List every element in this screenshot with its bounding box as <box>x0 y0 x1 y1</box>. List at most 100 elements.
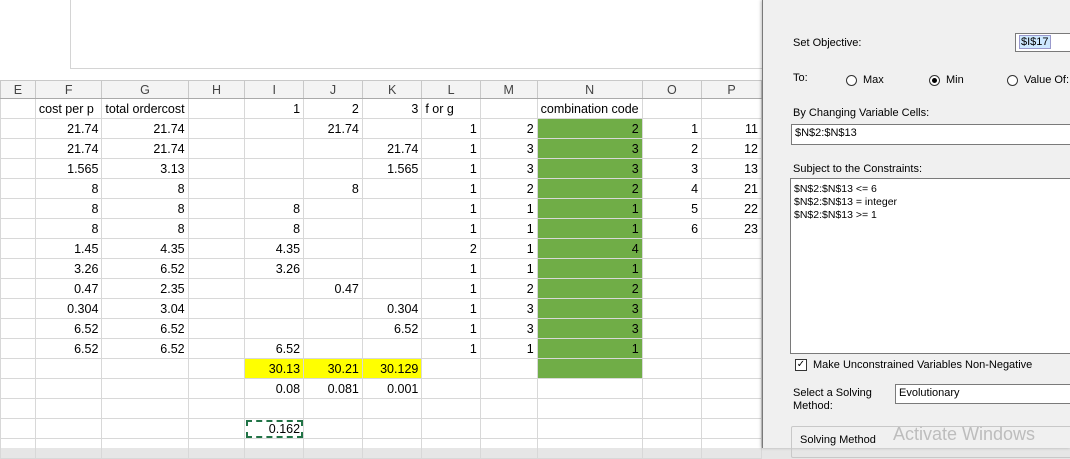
cell-f15[interactable] <box>34 378 103 399</box>
cell-n4[interactable]: 3 <box>536 158 643 179</box>
cell-k7[interactable] <box>361 218 423 239</box>
cell-o12[interactable] <box>641 318 703 339</box>
cell-f3[interactable]: 21.74 <box>34 138 103 159</box>
cell-n6[interactable]: 1 <box>536 198 643 219</box>
cell-p15[interactable] <box>701 378 762 399</box>
cell-n12[interactable]: 3 <box>536 318 643 339</box>
cell-k8[interactable] <box>361 238 423 259</box>
cell-m5[interactable]: 2 <box>479 178 538 199</box>
cell-h8[interactable] <box>187 238 246 259</box>
cell-h4[interactable] <box>187 158 246 179</box>
cell-h7[interactable] <box>187 218 246 239</box>
cell-e18[interactable] <box>0 438 36 459</box>
cell-k14[interactable]: 30.129 <box>361 358 423 379</box>
cell-i8[interactable]: 4.35 <box>244 238 305 259</box>
cell-l15[interactable] <box>421 378 481 399</box>
column-header-n[interactable]: N <box>536 80 643 99</box>
cell-o9[interactable] <box>641 258 703 279</box>
cell-i7[interactable]: 8 <box>244 218 305 239</box>
cell-l13[interactable]: 1 <box>421 338 481 359</box>
cell-f4[interactable]: 1.565 <box>34 158 103 179</box>
cell-g15[interactable] <box>101 378 189 399</box>
cell-i6[interactable]: 8 <box>244 198 305 219</box>
column-header-m[interactable]: M <box>479 80 538 99</box>
constraint-item[interactable]: $N$2:$N$13 <= 6 <box>794 183 1068 196</box>
cell-h17[interactable] <box>187 418 246 439</box>
cell-k18[interactable] <box>361 438 423 459</box>
cell-o2[interactable]: 1 <box>641 118 703 139</box>
cell-e11[interactable] <box>0 298 36 319</box>
cell-e7[interactable] <box>0 218 36 239</box>
cell-grid[interactable]: EFGHIJKLMNOP cost per p total ordercost 1 2… <box>0 80 762 459</box>
cell-p6[interactable]: 22 <box>701 198 762 219</box>
cell-g2[interactable]: 21.74 <box>101 118 189 139</box>
cell-i5[interactable] <box>244 178 305 199</box>
cell-i14[interactable]: 30.13 <box>244 358 305 379</box>
column-header-h[interactable]: H <box>187 80 246 99</box>
cell-j5[interactable]: 8 <box>303 178 363 199</box>
cell-n14[interactable] <box>536 358 643 379</box>
cell-n1[interactable]: combination code <box>536 98 643 119</box>
cell-m3[interactable]: 3 <box>479 138 538 159</box>
radio-max[interactable]: Max <box>846 74 884 86</box>
cell-f17[interactable] <box>34 418 103 439</box>
cell-j15[interactable]: 0.081 <box>303 378 363 399</box>
cell-i13[interactable]: 6.52 <box>244 338 305 359</box>
cell-p16[interactable] <box>701 398 762 419</box>
cell-l17[interactable] <box>421 418 481 439</box>
cell-h2[interactable] <box>187 118 246 139</box>
cell-g7[interactable]: 8 <box>101 218 189 239</box>
cell-g16[interactable] <box>101 398 189 419</box>
cell-i2[interactable] <box>244 118 305 139</box>
cell-g6[interactable]: 8 <box>101 198 189 219</box>
cell-f9[interactable]: 3.26 <box>34 258 103 279</box>
cell-e6[interactable] <box>0 198 36 219</box>
cell-o3[interactable]: 2 <box>641 138 703 159</box>
cell-h6[interactable] <box>187 198 246 219</box>
cell-n11[interactable]: 3 <box>536 298 643 319</box>
cell-p12[interactable] <box>701 318 762 339</box>
cell-i16[interactable] <box>244 398 305 419</box>
cell-k12[interactable]: 6.52 <box>361 318 423 339</box>
cell-j12[interactable] <box>303 318 363 339</box>
cell-g8[interactable]: 4.35 <box>101 238 189 259</box>
cell-f18[interactable] <box>34 438 103 459</box>
cell-g14[interactable] <box>101 358 189 379</box>
cell-e9[interactable] <box>0 258 36 279</box>
changing-cells-field[interactable]: $N$2:$N$13 <box>791 124 1070 145</box>
cell-e15[interactable] <box>0 378 36 399</box>
cell-i15[interactable]: 0.08 <box>244 378 305 399</box>
cell-f7[interactable]: 8 <box>34 218 103 239</box>
cell-k4[interactable]: 1.565 <box>361 158 423 179</box>
column-header-e[interactable]: E <box>0 80 36 99</box>
cell-f14[interactable] <box>34 358 103 379</box>
cell-h1[interactable] <box>187 98 246 119</box>
cell-o10[interactable] <box>641 278 703 299</box>
cell-f6[interactable]: 8 <box>34 198 103 219</box>
cell-h13[interactable] <box>187 338 246 359</box>
cell-j4[interactable] <box>303 158 363 179</box>
column-header-p[interactable]: P <box>701 80 762 99</box>
cell-m8[interactable]: 1 <box>479 238 538 259</box>
cell-o15[interactable] <box>641 378 703 399</box>
cell-l5[interactable]: 1 <box>421 178 481 199</box>
cell-o13[interactable] <box>641 338 703 359</box>
cell-p17[interactable] <box>701 418 762 439</box>
cell-l14[interactable] <box>421 358 481 379</box>
cell-g9[interactable]: 6.52 <box>101 258 189 279</box>
cell-l1[interactable]: f or g <box>421 98 481 119</box>
cell-m6[interactable]: 1 <box>479 198 538 219</box>
cell-k3[interactable]: 21.74 <box>361 138 423 159</box>
cell-p18[interactable] <box>701 438 762 459</box>
cell-k1[interactable]: 3 <box>361 98 423 119</box>
cell-e16[interactable] <box>0 398 36 419</box>
column-header-f[interactable]: F <box>34 80 103 99</box>
constraints-list[interactable]: $N$2:$N$13 <= 6 $N$2:$N$13 = integer $N$2:… <box>790 178 1070 354</box>
cell-j3[interactable] <box>303 138 363 159</box>
cell-k9[interactable] <box>361 258 423 279</box>
cell-o1[interactable] <box>641 98 703 119</box>
cell-e8[interactable] <box>0 238 36 259</box>
cell-p4[interactable]: 13 <box>701 158 762 179</box>
cell-k17[interactable] <box>361 418 423 439</box>
cell-m14[interactable] <box>479 358 538 379</box>
